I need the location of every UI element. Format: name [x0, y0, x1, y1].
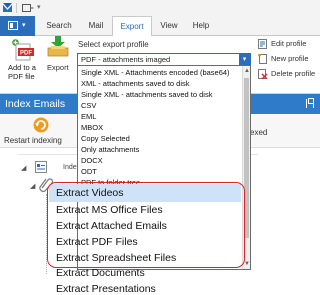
pin-icon[interactable]	[306, 98, 314, 108]
tree-node-label[interactable]: Inde	[63, 164, 77, 171]
scroll-up-icon[interactable]: ▲	[243, 67, 251, 75]
svg-text:PDF: PDF	[20, 51, 32, 57]
file-menu-icon	[8, 21, 18, 30]
toolbar-separator	[16, 3, 17, 13]
edit-profile-label: Edit profile	[271, 39, 307, 48]
export-button[interactable]: Export	[47, 63, 69, 72]
list-item[interactable]: Single XML - attachments saved to disk	[81, 90, 212, 100]
list-item[interactable]: DOCX	[81, 156, 103, 166]
list-item[interactable]: XML - attachments saved to disk	[81, 79, 190, 89]
chevron-down-icon: ▾	[22, 22, 26, 29]
quick-access-dropdown-icon[interactable]: ▾	[37, 3, 41, 13]
list-item[interactable]: EML	[81, 112, 96, 122]
delete-profile-label: Delete profile	[271, 69, 316, 78]
list-item[interactable]: Single XML - Attachments encoded (base64…	[81, 68, 230, 78]
add-to-pdf-icon[interactable]: PDF	[12, 39, 34, 61]
select-profile-label: Select export profile	[78, 40, 149, 49]
tab-view[interactable]: View	[152, 16, 186, 36]
tab-search[interactable]: Search	[40, 16, 78, 36]
restart-icon[interactable]	[33, 117, 49, 133]
new-profile-label: New profile	[271, 54, 309, 63]
new-profile-icon	[258, 54, 267, 64]
index-node-icon	[35, 161, 47, 173]
tab-mail[interactable]: Mail	[80, 16, 112, 36]
list-item[interactable]: Only attachments	[81, 145, 139, 155]
panel-title: Index Emails	[5, 98, 66, 110]
ribbon-tabs: ▾ Search Mail Export View Help	[0, 16, 320, 37]
selected-profile-value: PDF - attachments imaged	[81, 55, 171, 64]
tab-export[interactable]: Export	[112, 16, 152, 37]
list-item[interactable]: Extract Presentations	[56, 281, 156, 295]
collapse-icon[interactable]: ◢	[30, 182, 35, 190]
dropdown-arrow-icon[interactable]: ▾	[239, 54, 250, 65]
list-item[interactable]: ODT	[81, 167, 97, 177]
highlight-outline	[47, 182, 245, 268]
restart-indexing-button[interactable]: Restart indexing	[4, 136, 62, 145]
delete-profile-icon	[258, 69, 268, 79]
list-item[interactable]: CSV	[81, 101, 96, 111]
quick-access-icon[interactable]	[22, 3, 34, 13]
title-bar: ▾	[0, 0, 320, 16]
partial-label: exed	[250, 128, 268, 137]
list-item[interactable]: Copy Selected	[81, 134, 130, 144]
list-item[interactable]: MBOX	[81, 123, 103, 133]
file-tab[interactable]: ▾	[0, 16, 35, 36]
edit-profile-icon	[258, 39, 267, 49]
add-to-pdf-button[interactable]: Add to a PDF file	[8, 63, 40, 81]
export-icon[interactable]	[45, 36, 71, 58]
app-logo-icon	[3, 3, 12, 12]
collapse-icon[interactable]: ◢	[21, 164, 26, 172]
tab-help[interactable]: Help	[186, 16, 216, 36]
